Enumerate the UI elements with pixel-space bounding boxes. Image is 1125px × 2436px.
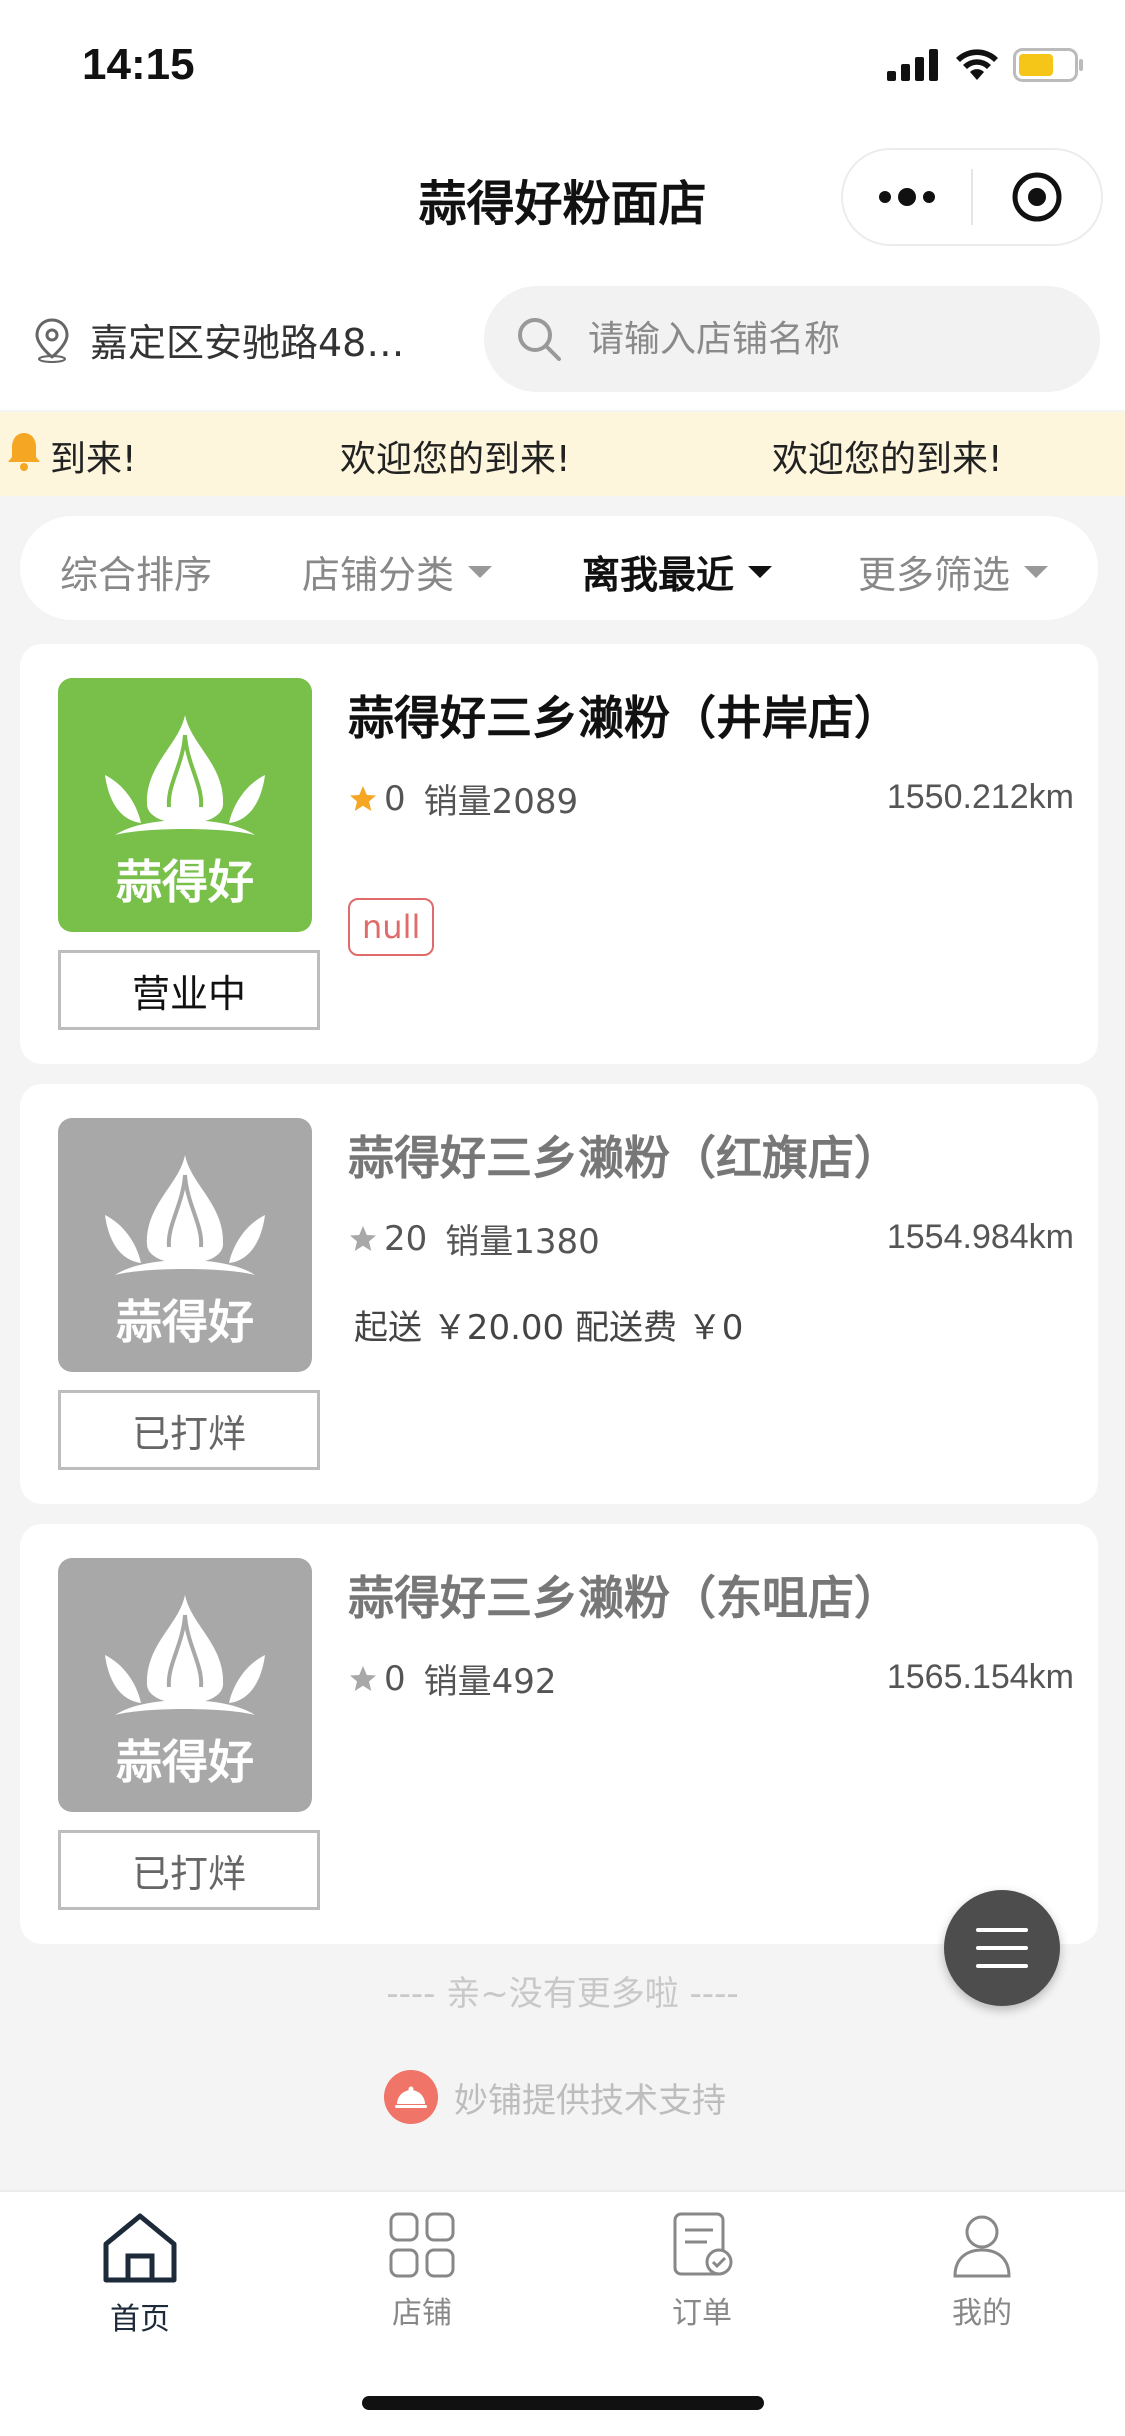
nav-bar: 蒜得好粉面店 xyxy=(0,140,1125,260)
shop-card[interactable]: 蒜得好 已打烊 蒜得好三乡濑粉（红旗店） 20 销量1380 1554.984k… xyxy=(20,1084,1098,1504)
shop-logo: 蒜得好 xyxy=(58,1118,312,1372)
shop-distance: 1550.212km xyxy=(886,778,1074,816)
shop-card[interactable]: 蒜得好 已打烊 蒜得好三乡濑粉（东咀店） 0 销量492 1565.154km xyxy=(20,1524,1098,1944)
bell-icon xyxy=(8,433,40,471)
filter-label: 店铺分类 xyxy=(302,553,455,597)
search-icon xyxy=(518,318,561,361)
tab-profile[interactable]: 我的 xyxy=(882,2210,1082,2332)
signal-icon xyxy=(887,49,938,81)
notice-text: 到来! xyxy=(50,439,137,480)
shop-rating: 0 xyxy=(384,778,406,819)
floating-menu-button[interactable] xyxy=(944,1890,1060,2006)
notice-text: 欢迎您的到来! xyxy=(772,439,1003,480)
target-icon xyxy=(1012,172,1062,222)
shop-sales: 销量1380 xyxy=(445,1222,600,1262)
shop-name: 蒜得好三乡濑粉（井岸店） xyxy=(348,691,900,745)
notice-bar: 到来! 欢迎您的到来! 欢迎您的到来! xyxy=(0,412,1125,496)
home-icon xyxy=(103,2213,177,2283)
wifi-icon xyxy=(956,49,998,80)
location-pin-icon xyxy=(35,317,69,363)
tab-label: 店铺 xyxy=(392,2296,452,2331)
shop-logo-text: 蒜得好 xyxy=(116,855,254,909)
shop-delivery-info: 起送 ￥20.00 配送费 ￥0 xyxy=(354,1308,744,1348)
location-address: 嘉定区安驰路48… xyxy=(90,321,405,365)
star-icon xyxy=(350,1665,376,1691)
order-icon xyxy=(673,2212,733,2276)
search-input[interactable] xyxy=(588,318,1048,360)
shop-rating: 20 xyxy=(384,1218,428,1259)
star-icon xyxy=(350,785,376,811)
dropdown-arrow-icon xyxy=(468,565,493,578)
tab-orders[interactable]: 订单 xyxy=(602,2210,802,2332)
menu-line xyxy=(976,1946,1028,1950)
shop-logo: 蒜得好 xyxy=(58,1558,312,1812)
status-bar: 14:15 xyxy=(0,0,1125,140)
shop-meta: 20 销量1380 xyxy=(348,1214,600,1263)
more-dots-icon xyxy=(879,188,935,206)
menu-line xyxy=(976,1964,1028,1968)
shop-distance: 1565.154km xyxy=(886,1658,1074,1696)
dropdown-arrow-icon xyxy=(748,565,773,578)
shop-status-button[interactable]: 已打烊 xyxy=(58,1830,320,1910)
star-icon xyxy=(350,1225,376,1251)
shop-sales: 销量492 xyxy=(423,1662,557,1702)
close-mini-program-button[interactable] xyxy=(973,150,1101,244)
shop-rating: 0 xyxy=(384,1658,406,1699)
tab-label: 我的 xyxy=(952,2296,1012,2331)
tab-home[interactable]: 首页 xyxy=(40,2210,240,2338)
grid-icon xyxy=(389,2212,455,2278)
filter-label: 更多筛选 xyxy=(858,553,1011,597)
cloche-icon xyxy=(384,2070,438,2124)
dropdown-arrow-icon xyxy=(1024,565,1049,578)
filter-sort-default[interactable]: 综合排序 xyxy=(60,544,212,599)
shop-logo-text: 蒜得好 xyxy=(116,1295,254,1349)
more-button[interactable] xyxy=(843,150,971,244)
filter-more[interactable]: 更多筛选 xyxy=(858,544,1049,599)
filter-nearest[interactable]: 离我最近 xyxy=(582,544,773,599)
shop-logo: 蒜得好 xyxy=(58,678,312,932)
shop-logo-text: 蒜得好 xyxy=(116,1735,254,1789)
shop-meta: 0 销量492 xyxy=(348,1654,557,1703)
shop-status-button[interactable]: 已打烊 xyxy=(58,1390,320,1470)
shop-card[interactable]: 蒜得好 营业中 蒜得好三乡濑粉（井岸店） 0 销量2089 1550.212km… xyxy=(20,644,1098,1064)
notice-text: 欢迎您的到来! xyxy=(340,439,571,480)
filter-label: 离我最近 xyxy=(582,553,735,597)
shop-distance: 1554.984km xyxy=(886,1218,1074,1256)
location-selector[interactable]: 嘉定区安驰路48… xyxy=(32,312,404,367)
battery-icon xyxy=(1013,48,1083,82)
shop-name: 蒜得好三乡濑粉（东咀店） xyxy=(348,1571,900,1625)
tab-label: 订单 xyxy=(672,2296,732,2331)
menu-line xyxy=(976,1928,1028,1932)
search-bar[interactable] xyxy=(484,286,1100,392)
filter-label: 综合排序 xyxy=(60,553,213,597)
tech-support: 妙铺提供技术支持 xyxy=(384,2070,726,2124)
shop-tag: null xyxy=(348,898,435,956)
tab-label: 首页 xyxy=(110,2302,170,2337)
tab-shops[interactable]: 店铺 xyxy=(322,2210,522,2332)
shop-status-button[interactable]: 营业中 xyxy=(58,950,320,1030)
shop-name: 蒜得好三乡濑粉（红旗店） xyxy=(348,1131,900,1185)
filter-shop-category[interactable]: 店铺分类 xyxy=(302,544,493,599)
shop-sales: 销量2089 xyxy=(423,782,579,822)
tech-support-text: 妙铺提供技术支持 xyxy=(454,2080,726,2121)
status-icons xyxy=(887,48,1085,82)
home-indicator xyxy=(362,2396,764,2410)
mini-program-capsule xyxy=(841,148,1103,246)
shop-meta: 0 销量2089 xyxy=(348,774,578,823)
filter-bar: 综合排序 店铺分类 离我最近 更多筛选 xyxy=(20,516,1098,620)
location-search-row: 嘉定区安驰路48… xyxy=(0,260,1125,410)
user-icon xyxy=(953,2215,1011,2278)
status-time: 14:15 xyxy=(82,40,195,89)
